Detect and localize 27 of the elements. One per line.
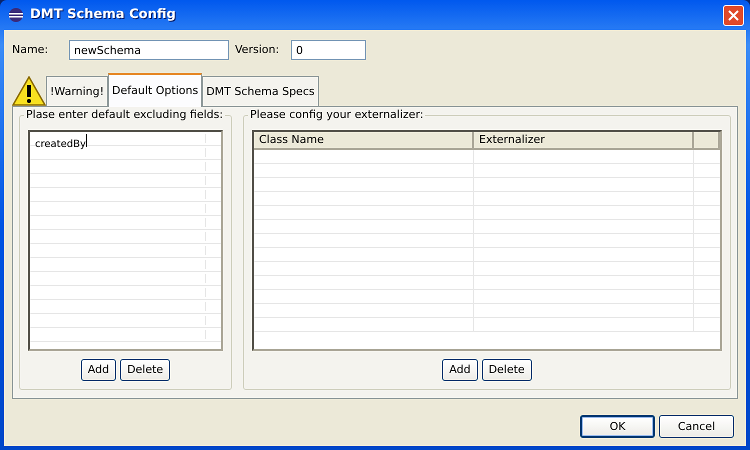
window-title: DMT Schema Config	[30, 7, 176, 23]
column-header[interactable]: Class Name	[254, 132, 474, 150]
group-title: Please config your externalizer:	[248, 108, 426, 122]
column-header[interactable]: Externalizer	[474, 132, 694, 150]
externalizer-table[interactable]: Class Name Externalizer	[252, 130, 722, 351]
app-icon	[8, 7, 24, 23]
add-button[interactable]: Add	[80, 359, 116, 381]
tab[interactable]: !Warning!	[46, 76, 108, 106]
version-field[interactable]: 0	[291, 40, 366, 60]
group-title: Plase enter default excluding fields:	[24, 108, 226, 122]
cancel-button[interactable]: Cancel	[659, 415, 734, 438]
tab[interactable]: DMT Schema Specs	[202, 76, 319, 106]
tab[interactable]: Default Options	[108, 73, 202, 107]
delete-button[interactable]: Delete	[482, 359, 532, 381]
text-cursor	[86, 134, 87, 147]
name-label: Name:	[12, 43, 50, 57]
close-button[interactable]	[723, 4, 744, 26]
add-button[interactable]: Add	[442, 359, 478, 381]
excluding-fields-list[interactable]: createdBy	[28, 130, 223, 351]
header-spacer	[694, 132, 720, 150]
close-icon	[728, 10, 739, 20]
version-label: Version:	[235, 43, 280, 57]
name-field[interactable]: newSchema	[69, 40, 229, 60]
list-item[interactable]: createdBy	[35, 139, 86, 150]
ok-button[interactable]: OK	[580, 415, 655, 438]
delete-button[interactable]: Delete	[120, 359, 170, 381]
warning-icon	[12, 76, 46, 106]
